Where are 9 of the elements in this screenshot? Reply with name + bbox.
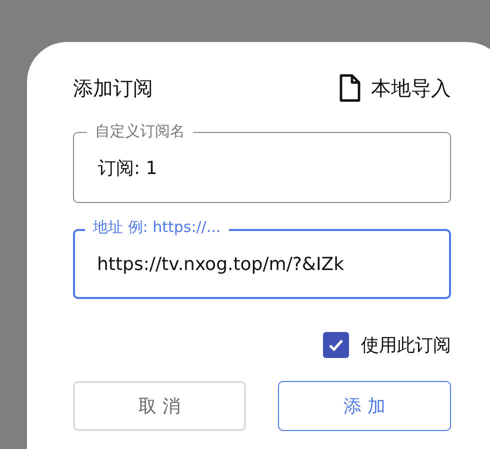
document-icon <box>339 74 361 102</box>
add-button[interactable]: 添 加 <box>278 381 451 431</box>
field-label: 地址 例: https://... <box>85 218 229 236</box>
local-import-button[interactable]: 本地导入 <box>339 74 451 102</box>
cancel-button[interactable]: 取 消 <box>73 381 246 431</box>
dialog-title: 添加订阅 <box>73 74 153 102</box>
checkbox[interactable] <box>323 332 349 358</box>
field-label: 自定义订阅名 <box>87 122 193 140</box>
checkbox-label: 使用此订阅 <box>361 334 451 357</box>
